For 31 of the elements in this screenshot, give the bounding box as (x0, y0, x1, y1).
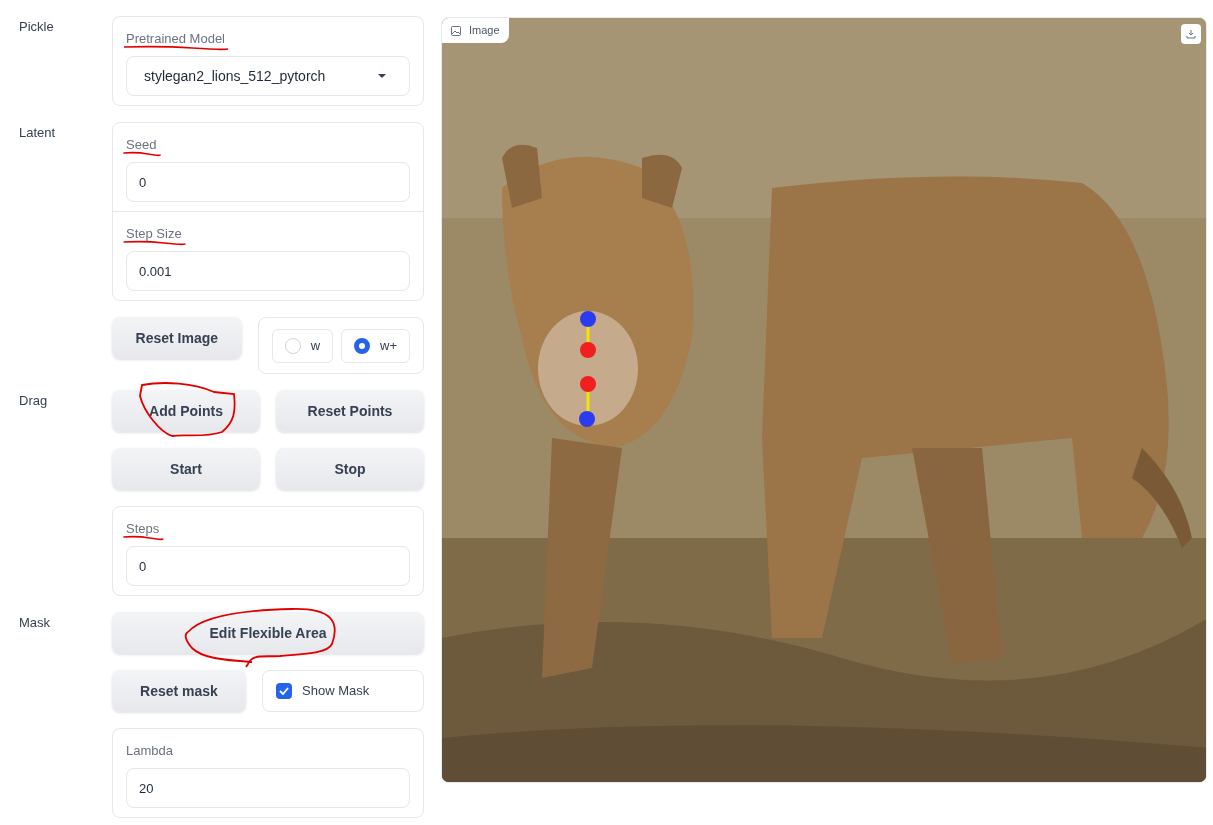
field-label: Lambda (126, 743, 173, 758)
field-label: Pretrained Model (126, 31, 225, 46)
download-button[interactable] (1181, 24, 1201, 44)
check-icon (279, 687, 289, 695)
caret-icon (377, 73, 387, 79)
image-icon (451, 25, 461, 36)
action-button[interactable]: Edit Flexible Area (112, 612, 424, 654)
action-button[interactable]: Add Points (112, 390, 260, 432)
download-icon (1186, 29, 1196, 39)
section-label: Latent (19, 124, 57, 141)
section-label: Pickle (19, 18, 55, 35)
action-button[interactable]: Reset mask (112, 670, 246, 712)
checkbox-option[interactable]: Show Mask (262, 670, 424, 712)
action-button[interactable]: Stop (276, 448, 424, 490)
number-input[interactable]: 0 (126, 162, 410, 202)
radio-option[interactable]: w+ (341, 328, 410, 363)
field-label: Seed (126, 137, 157, 152)
image-tab-label: Image (442, 18, 509, 43)
field-label: Steps (126, 521, 160, 536)
action-button[interactable]: Reset Points (276, 390, 424, 432)
model-dropdown[interactable]: stylegan2_lions_512_pytorch (126, 56, 410, 96)
action-button[interactable]: Start (112, 448, 260, 490)
section-label: Drag (19, 392, 49, 409)
checkbox[interactable] (276, 683, 292, 699)
section-label: Mask (19, 614, 52, 631)
action-button[interactable]: Reset Image (112, 317, 242, 359)
field-label: Step Size (126, 226, 182, 241)
number-input[interactable]: 20 (126, 768, 410, 808)
number-input[interactable]: 0 (126, 546, 410, 586)
number-input[interactable]: 0.001 (126, 251, 410, 291)
radio-option[interactable]: w (271, 328, 333, 363)
